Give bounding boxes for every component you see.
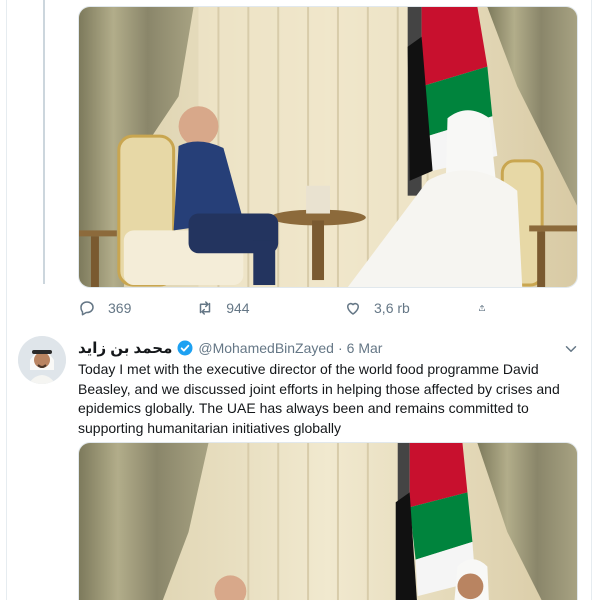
tweet-photo-1[interactable] — [78, 6, 578, 288]
tweet-text: Today I met with the executive director … — [78, 361, 560, 436]
profile-photo — [18, 336, 66, 384]
thread-connector-line — [43, 0, 45, 284]
tweet-date[interactable]: 6 Mar — [347, 340, 383, 356]
reply-button[interactable]: 369 — [78, 299, 196, 317]
tweet-header: محمد بن زايد @MohamedBinZayed · 6 Mar — [78, 338, 538, 358]
tweet-actions-bar: 369 944 3,6 rb — [78, 296, 498, 320]
like-count: 3,6 rb — [374, 300, 410, 316]
user-handle[interactable]: @MohamedBinZayed — [198, 340, 334, 356]
meeting-photo-image — [79, 443, 577, 600]
display-name[interactable]: محمد بن زايد — [78, 339, 172, 357]
chevron-down-icon[interactable] — [562, 340, 580, 358]
avatar[interactable] — [18, 336, 66, 384]
retweet-count: 944 — [226, 300, 250, 316]
meeting-photo-image — [79, 7, 577, 287]
heart-icon — [347, 302, 360, 315]
retweet-icon — [199, 301, 211, 315]
reply-count: 369 — [108, 300, 132, 316]
retweet-button[interactable]: 944 — [196, 299, 344, 317]
reply-icon — [80, 301, 94, 316]
tweet-photo-2[interactable] — [78, 442, 578, 600]
separator-dot: · — [337, 340, 343, 356]
verified-badge-icon — [177, 340, 193, 356]
share-icon — [479, 305, 485, 311]
like-button[interactable]: 3,6 rb — [344, 299, 478, 317]
share-button[interactable] — [478, 299, 498, 317]
